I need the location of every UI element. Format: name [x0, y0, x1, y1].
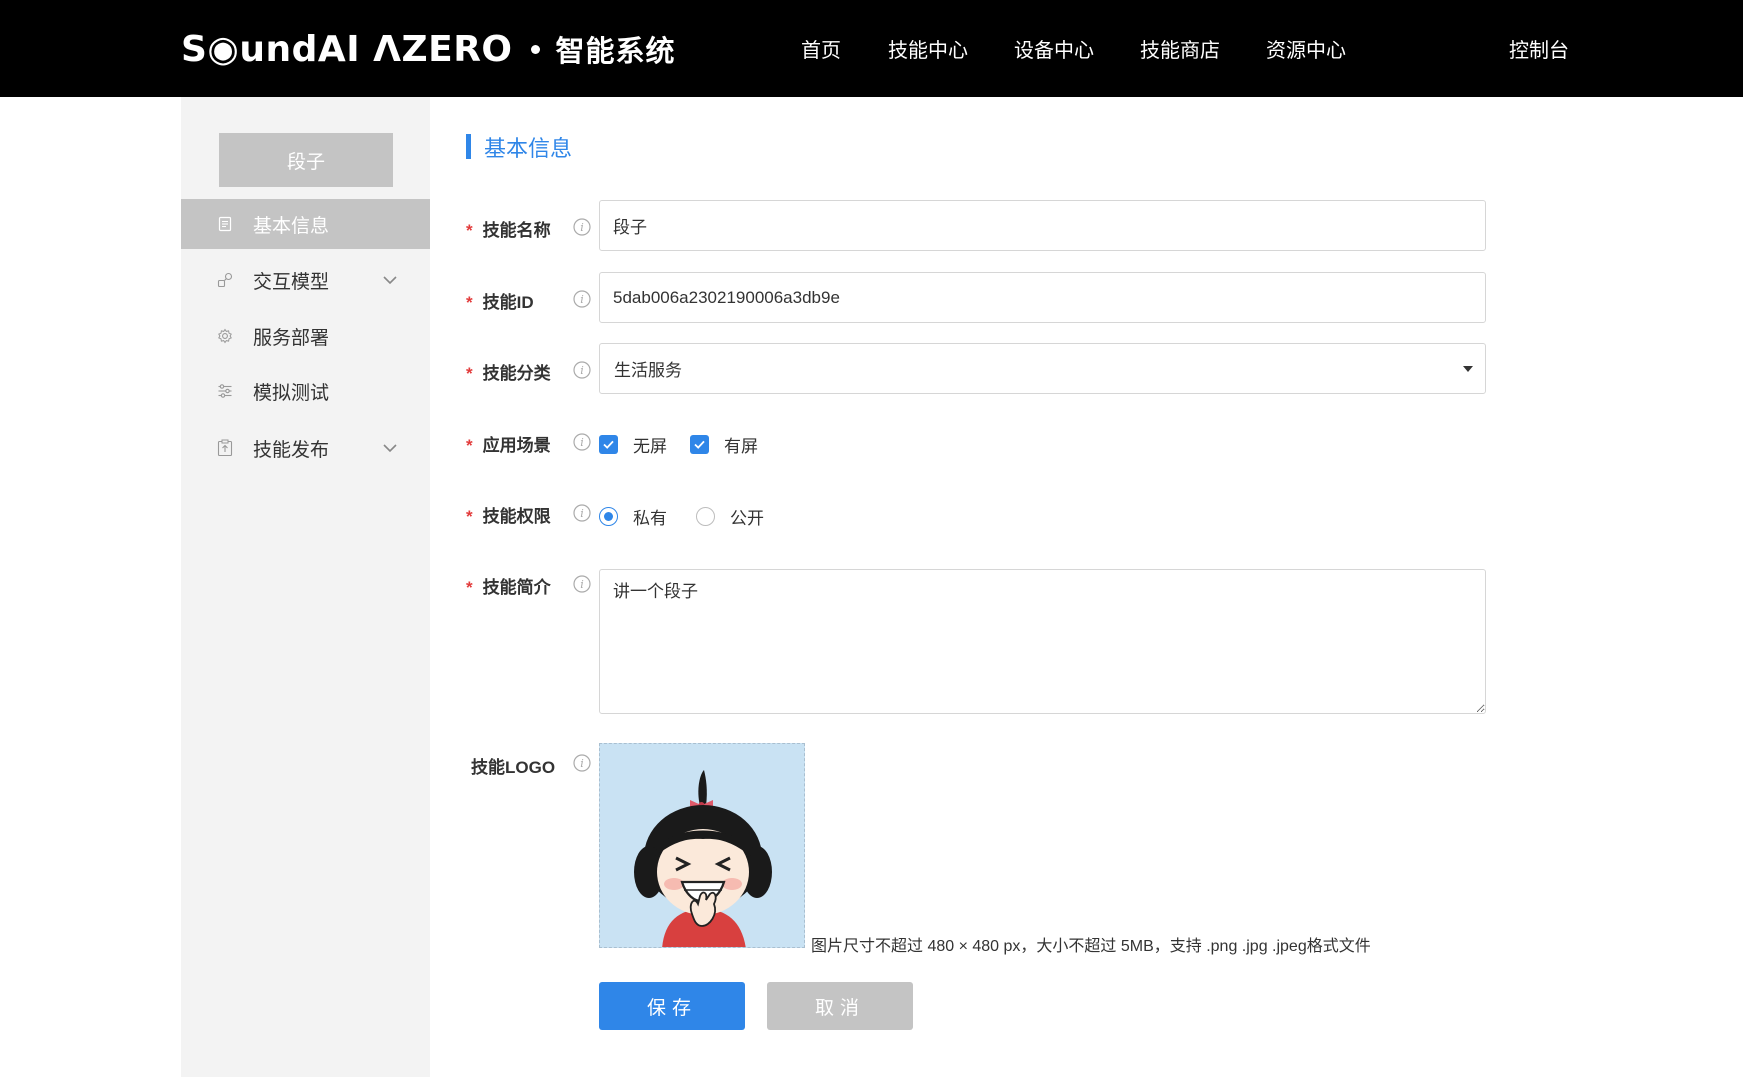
svg-text:i: i [580, 757, 584, 770]
checkbox-checked[interactable] [599, 435, 618, 454]
permission-option-public[interactable]: 公开 [696, 504, 764, 529]
option-label: 公开 [730, 509, 764, 528]
logo-upload-preview[interactable] [599, 743, 805, 948]
sidebar-item-basic-info[interactable]: 基本信息 [181, 199, 430, 249]
sliders-icon [217, 383, 233, 399]
select-value: 生活服务 [614, 361, 682, 380]
skill-name-input[interactable] [599, 200, 1486, 251]
required-mark: * [466, 364, 473, 383]
cartoon-girl-logo-image [634, 770, 772, 947]
skill-name-badge: 段子 [219, 133, 393, 187]
sidebar-item-simulation-test[interactable]: 模拟测试 [181, 366, 430, 416]
sidebar-item-label: 基本信息 [253, 215, 330, 237]
sidebar-item-label: 技能发布 [253, 439, 330, 461]
required-mark: * [466, 293, 473, 312]
skill-id-input[interactable] [599, 272, 1486, 323]
required-mark: * [466, 507, 473, 526]
nav-skill-center[interactable]: 技能中心 [888, 34, 968, 63]
required-mark: * [466, 221, 473, 240]
info-icon[interactable]: i [573, 504, 591, 522]
radio-selected[interactable] [599, 507, 618, 526]
nav-home[interactable]: 首页 [801, 34, 841, 63]
required-mark: * [466, 436, 473, 455]
sidebar-item-label: 服务部署 [253, 327, 330, 349]
sidebar-item-skill-publish[interactable]: 技能发布 [181, 423, 430, 473]
document-icon [217, 216, 233, 232]
scenario-option-no-screen[interactable]: 无屏 [599, 432, 667, 457]
chevron-down-icon[interactable] [381, 271, 399, 289]
cancel-button[interactable]: 取消 [767, 982, 913, 1030]
nav-console[interactable]: 控制台 [1509, 34, 1569, 63]
info-icon[interactable]: i [573, 754, 591, 772]
brand-logo: S◉undAI ΛZERO [181, 28, 513, 70]
field-label-intro: * 技能简介 [466, 578, 551, 597]
brand[interactable]: S◉undAI ΛZERO 智能系统 [181, 26, 676, 72]
sidebar-item-label: 交互模型 [253, 271, 330, 293]
sidebar-item-interaction-model[interactable]: 交互模型 [181, 255, 430, 305]
checkbox-checked[interactable] [690, 435, 709, 454]
nav-device-center[interactable]: 设备中心 [1014, 34, 1094, 63]
skill-category-select[interactable]: 生活服务 [599, 343, 1486, 394]
clipboard-upload-icon [217, 439, 233, 457]
svg-text:i: i [580, 364, 584, 377]
gear-icon [217, 328, 233, 344]
option-label: 私有 [633, 509, 667, 528]
svg-text:i: i [580, 578, 584, 591]
field-label-scenario: * 应用场景 [466, 436, 551, 455]
nav-skill-store[interactable]: 技能商店 [1140, 34, 1220, 63]
svg-text:i: i [580, 507, 584, 520]
interaction-model-icon [217, 272, 233, 288]
nav-resource-center[interactable]: 资源中心 [1266, 34, 1346, 63]
info-icon[interactable]: i [573, 290, 591, 308]
sidebar-item-label: 模拟测试 [253, 382, 330, 404]
section-accent-bar [466, 134, 471, 159]
sidebar: 段子 基本信息 交互模型 服务部署 模拟测试 技能发布 [181, 97, 430, 1077]
section-header: 基本信息 [466, 134, 572, 161]
info-icon[interactable]: i [573, 575, 591, 593]
info-icon[interactable]: i [573, 218, 591, 236]
field-label-skill-id: * 技能ID [466, 293, 534, 312]
required-mark: * [466, 578, 473, 597]
svg-text:i: i [580, 221, 584, 234]
option-label: 无屏 [633, 437, 667, 456]
sidebar-item-service-deploy[interactable]: 服务部署 [181, 311, 430, 361]
caret-down-icon [1463, 366, 1473, 372]
field-label-permission: * 技能权限 [466, 507, 551, 526]
brand-subtitle: 智能系统 [555, 36, 676, 68]
info-icon[interactable]: i [573, 361, 591, 379]
option-label: 有屏 [724, 437, 758, 456]
permission-option-private[interactable]: 私有 [599, 504, 667, 529]
save-button[interactable]: 保存 [599, 982, 745, 1030]
section-title: 基本信息 [484, 135, 573, 161]
svg-text:i: i [580, 293, 584, 306]
info-icon[interactable]: i [573, 433, 591, 451]
radio-unselected[interactable] [696, 507, 715, 526]
field-label-skill-category: * 技能分类 [466, 364, 551, 383]
logo-upload-hint: 图片尺寸不超过 480 × 480 px，大小不超过 5MB，支持 .png .… [811, 938, 1371, 955]
skill-intro-textarea[interactable]: 讲一个段子 [599, 569, 1486, 714]
field-label-skill-name: * 技能名称 [466, 221, 551, 240]
top-navigation-bar: S◉undAI ΛZERO 智能系统 首页 技能中心 设备中心 技能商店 资源中… [0, 0, 1743, 97]
brand-separator-dot [530, 44, 540, 54]
field-label-logo: 技能LOGO [471, 758, 556, 777]
svg-text:i: i [580, 436, 584, 449]
chevron-down-icon[interactable] [381, 439, 399, 457]
scenario-option-with-screen[interactable]: 有屏 [690, 432, 758, 457]
